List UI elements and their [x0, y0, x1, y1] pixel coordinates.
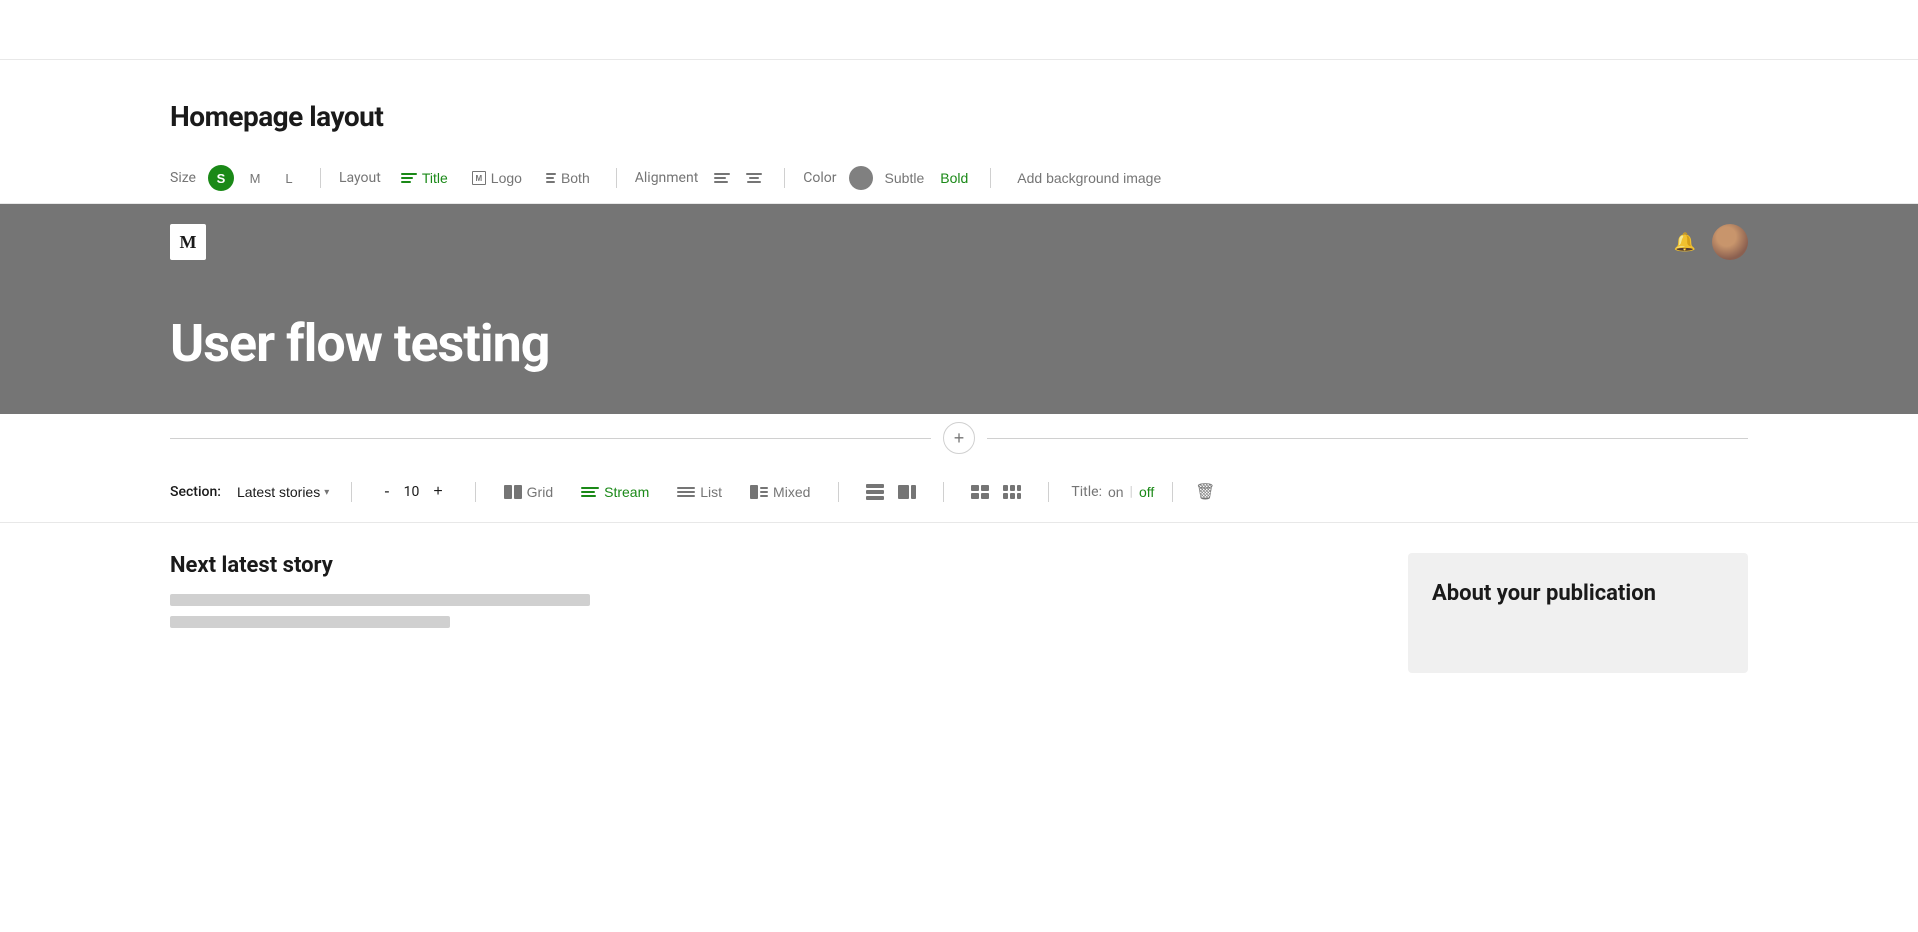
story-line-1	[170, 594, 590, 606]
section-label: Section:	[170, 484, 221, 500]
separator-8	[943, 482, 944, 502]
title-separator: |	[1130, 484, 1133, 500]
sidebar-content: About your publication	[1408, 553, 1748, 673]
title-layout-icon	[401, 173, 417, 183]
separator-6	[475, 482, 476, 502]
single-column-button[interactable]	[861, 478, 889, 506]
medium-logo: M	[170, 224, 206, 260]
mixed-icon	[750, 485, 768, 499]
count-value: 10	[404, 484, 420, 500]
about-box: About your publication	[1408, 553, 1748, 673]
list-icon	[677, 485, 695, 499]
add-section-button[interactable]: +	[943, 422, 975, 454]
logo-layout-icon: M	[472, 171, 486, 185]
align-center-button[interactable]	[742, 169, 766, 187]
section-divider-right	[987, 438, 1748, 439]
delete-section-button[interactable]: 🗑	[1191, 478, 1219, 506]
grid-icon	[504, 485, 522, 499]
color-subtle-button[interactable]: Subtle	[881, 166, 929, 190]
avatar-image	[1712, 224, 1748, 260]
separator-7	[838, 482, 839, 502]
next-story-title: Next latest story	[170, 553, 1378, 578]
grid-layout-icons	[861, 478, 921, 506]
half-column-icon	[898, 485, 916, 499]
separator-1	[320, 168, 321, 188]
layout-logo-button[interactable]: M Logo	[464, 166, 530, 190]
avatar[interactable]	[1712, 224, 1748, 260]
single-column-icon	[866, 484, 884, 500]
toolbar: Size S M L Layout Title M Logo Both Alig…	[0, 153, 1918, 204]
add-background-image-button[interactable]: Add background image	[1009, 166, 1169, 190]
view-grid-button[interactable]: Grid	[494, 479, 563, 505]
size-s-button[interactable]: S	[208, 165, 234, 191]
preview-hero: M 🔔 User flow testing	[0, 204, 1918, 414]
grid-6-icon	[1003, 485, 1021, 499]
view-list-button[interactable]: List	[667, 479, 732, 505]
nav-right: 🔔	[1674, 224, 1748, 260]
content-area: Next latest story About your publication	[0, 523, 1918, 703]
color-label: Color	[803, 170, 836, 186]
size-m-button[interactable]: M	[242, 165, 268, 191]
color-picker-button[interactable]	[849, 166, 873, 190]
count-controls: - 10 +	[378, 481, 448, 503]
layout-title-button[interactable]: Title	[393, 166, 456, 190]
title-on-button[interactable]: on	[1108, 484, 1124, 500]
layout-label: Layout	[339, 170, 381, 186]
separator-4	[990, 168, 991, 188]
separator-9	[1048, 482, 1049, 502]
bell-icon: 🔔	[1674, 232, 1696, 253]
separator-5	[351, 482, 352, 502]
both-layout-icon	[546, 173, 556, 183]
title-toggle-label: Title:	[1071, 484, 1102, 500]
view-stream-button[interactable]: Stream	[571, 479, 659, 505]
add-section-area: +	[0, 414, 1918, 462]
section-dropdown-button[interactable]: Latest stories ▾	[233, 480, 333, 504]
grid-size-icons	[966, 478, 1026, 506]
page-header: Homepage layout	[0, 60, 1918, 153]
align-center-icon	[746, 173, 762, 183]
alignment-label: Alignment	[635, 170, 699, 186]
about-publication-title: About your publication	[1432, 581, 1724, 606]
top-bar	[0, 0, 1918, 60]
trash-icon: 🗑	[1195, 482, 1215, 502]
preview-publication-title: User flow testing	[170, 313, 1748, 414]
separator-2	[616, 168, 617, 188]
grid-6-button[interactable]	[998, 478, 1026, 506]
count-plus-button[interactable]: +	[427, 481, 448, 503]
count-minus-button[interactable]: -	[378, 481, 395, 503]
section-controls: Section: Latest stories ▾ - 10 + Grid St…	[0, 462, 1918, 523]
align-left-button[interactable]	[710, 169, 734, 187]
grid-4-icon	[971, 485, 989, 499]
section-divider-left	[170, 438, 931, 439]
title-off-button[interactable]: off	[1139, 484, 1154, 500]
layout-both-button[interactable]: Both	[538, 166, 598, 190]
grid-4-button[interactable]	[966, 478, 994, 506]
half-column-button[interactable]	[893, 478, 921, 506]
view-mixed-button[interactable]: Mixed	[740, 479, 820, 505]
stream-icon	[581, 485, 599, 499]
section-dropdown-value: Latest stories	[237, 484, 320, 500]
preview-nav: M 🔔	[170, 204, 1748, 280]
page-title: Homepage layout	[170, 100, 1748, 133]
main-content: Next latest story	[170, 553, 1378, 673]
size-l-button[interactable]: L	[276, 165, 302, 191]
align-left-icon	[714, 173, 730, 183]
story-line-2	[170, 616, 450, 628]
chevron-down-icon: ▾	[324, 487, 329, 498]
separator-3	[784, 168, 785, 188]
separator-10	[1172, 482, 1173, 502]
color-bold-button[interactable]: Bold	[936, 166, 972, 190]
size-label: Size	[170, 170, 196, 186]
title-controls: Title: on | off	[1071, 484, 1154, 500]
